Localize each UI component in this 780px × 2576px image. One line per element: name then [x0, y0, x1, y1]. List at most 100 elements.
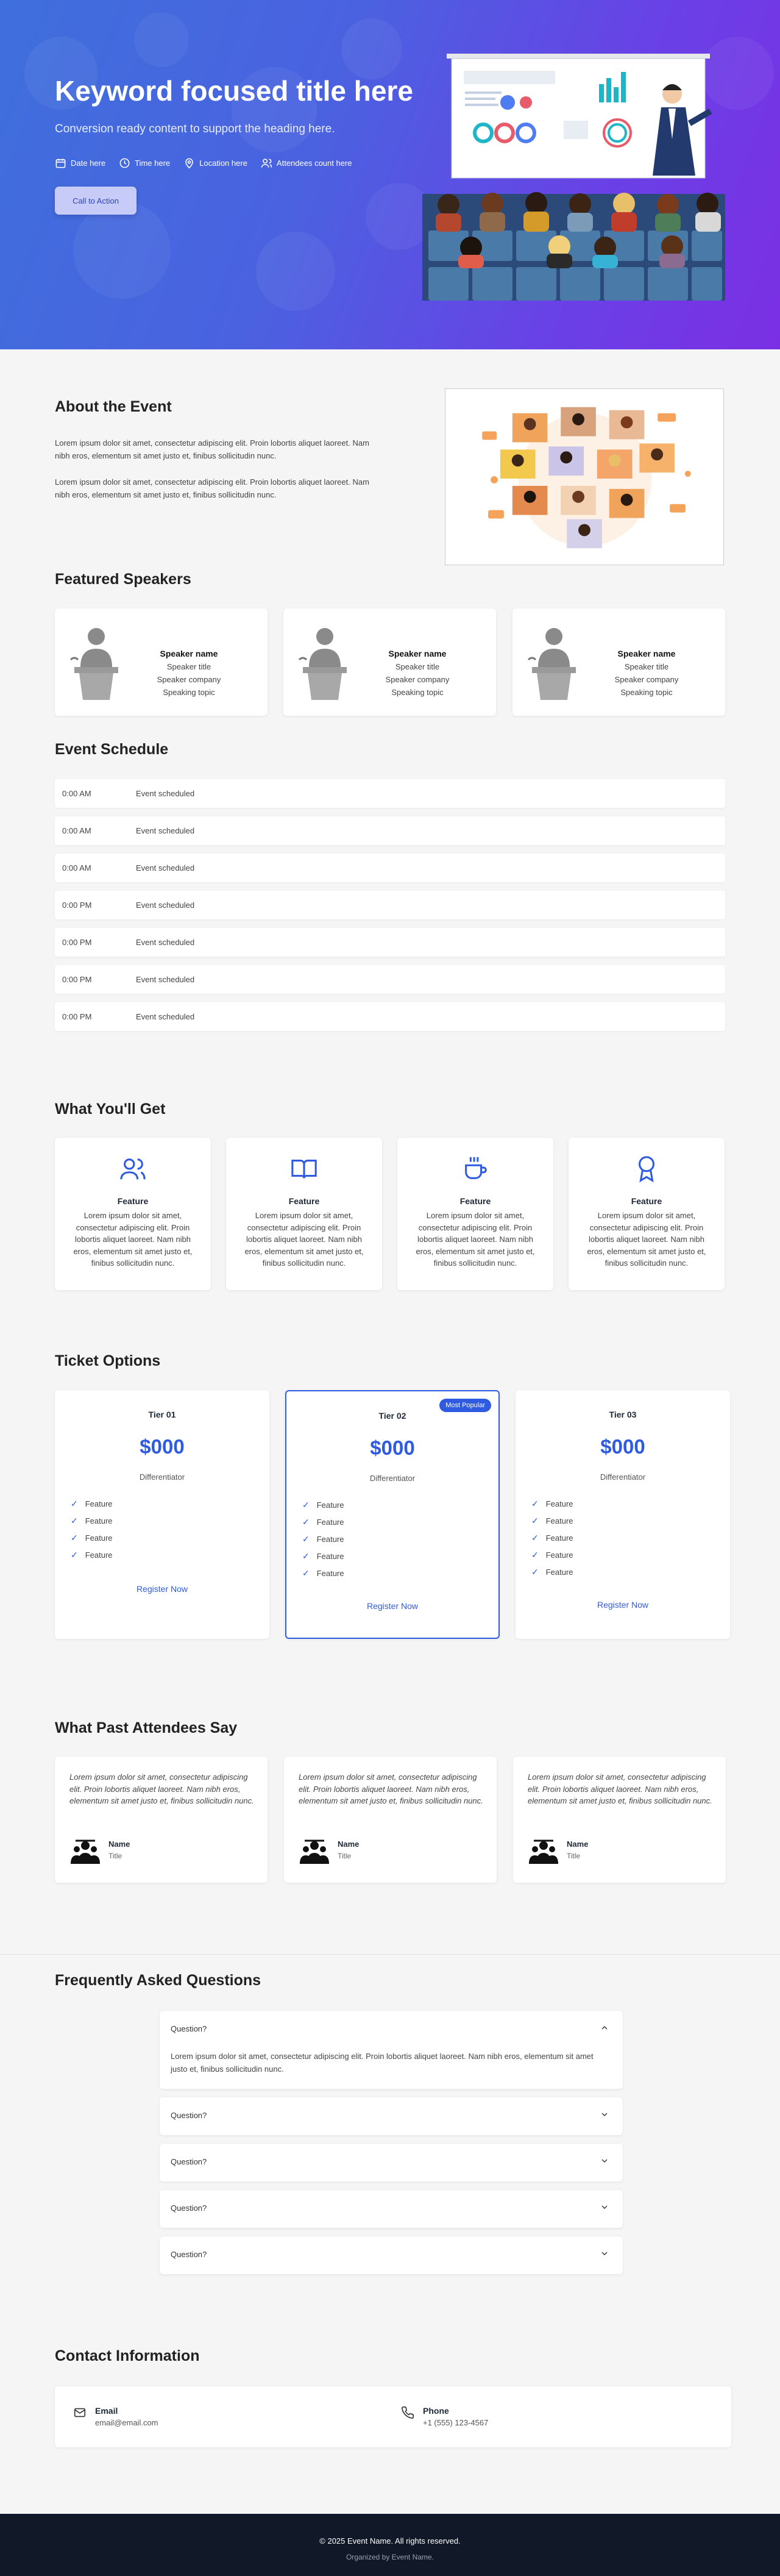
footer-copyright: © 2025 Event Name. All rights reserved. — [319, 2536, 461, 2546]
meta-date: Date here — [55, 157, 105, 169]
chevron-down-icon — [601, 2159, 608, 2163]
testimonial-quote: Lorem ipsum dolor sit amet, consectetur … — [528, 1772, 712, 1805]
speaker-card: Speaker name Speaker title Speaker compa… — [512, 608, 725, 716]
conference-illustration — [422, 54, 725, 301]
tier-feature: ✓ Feature — [71, 1498, 113, 1508]
testimonial-card: Lorem ipsum dolor sit amet, consectetur … — [513, 1757, 726, 1883]
footer: © 2025 Event Name. All rights reserved. … — [0, 2514, 780, 2576]
faq-item[interactable]: Question? — [160, 2236, 623, 2274]
contact-title: Contact Information — [55, 2347, 200, 2364]
faq-question: Question? — [171, 2250, 207, 2259]
register-now-link[interactable]: Register Now — [55, 1584, 269, 1594]
tier-name: Tier 03 — [609, 1410, 637, 1419]
speaker-podium-icon — [298, 628, 347, 700]
check-icon: ✓ — [302, 1516, 310, 1527]
about-paragraph-2: Lorem ipsum dolor sit amet, consectetur … — [55, 477, 369, 499]
speakers-title: Featured Speakers — [55, 571, 191, 588]
phone-value[interactable]: +1 (555) 123-4567 — [423, 2418, 488, 2427]
faq-question: Question? — [171, 2024, 207, 2033]
check-icon: ✓ — [531, 1566, 539, 1577]
faq-item-expanded[interactable]: Question? Lorem ipsum dolor sit amet, co… — [160, 2011, 623, 2089]
speaker-company: Speaker company — [614, 675, 679, 684]
schedule-event: Event scheduled — [136, 1012, 195, 1021]
speaker-podium-icon — [527, 628, 576, 700]
check-icon: ✓ — [71, 1549, 78, 1560]
tier-differentiator: Differentiator — [600, 1472, 646, 1482]
testimonials-title: What Past Attendees Say — [55, 1719, 238, 1736]
testimonial-quote: Lorem ipsum dolor sit amet, consectetur … — [69, 1772, 254, 1805]
tier-price: $000 — [370, 1436, 415, 1459]
clock-icon — [119, 158, 130, 168]
faq-item[interactable]: Question? — [160, 2097, 623, 2135]
speaker-card: Speaker name Speaker title Speaker compa… — [55, 608, 268, 716]
footer-organizer: Organized by Event Name. — [346, 2553, 434, 2561]
hero-cta-button[interactable]: Call to Action — [55, 187, 136, 215]
check-icon: ✓ — [71, 1515, 78, 1525]
faq-question: Question? — [171, 2157, 207, 2166]
testimonial-card: Lorem ipsum dolor sit amet, consectetur … — [55, 1757, 268, 1883]
coffee-icon — [465, 1157, 487, 1179]
email-value[interactable]: email@email.com — [95, 2418, 158, 2427]
speaker-title: Speaker title — [395, 662, 440, 671]
phone-icon — [402, 2407, 414, 2419]
email-label: Email — [95, 2406, 118, 2416]
tier-feature-list: ✓ Feature ✓ Feature ✓ Feature ✓ Feature ✓ Fea… — [531, 1495, 573, 1580]
faq-item[interactable]: Question? — [160, 2190, 623, 2228]
meta-time-text: Time here — [135, 159, 171, 168]
testimonial-name: Name — [108, 1839, 130, 1849]
schedule-time: 0:00 AM — [62, 863, 91, 872]
feature-card: Feature Lorem ipsum dolor sit amet, cons… — [397, 1138, 553, 1290]
register-now-link[interactable]: Register Now — [286, 1601, 498, 1611]
tier-name: Tier 02 — [378, 1411, 406, 1421]
schedule-time: 0:00 AM — [62, 826, 91, 835]
schedule-row: 0:00 AM Event scheduled — [55, 854, 725, 882]
tier-feature: ✓ Feature — [531, 1566, 573, 1577]
speaker-topic: Speaking topic — [620, 688, 673, 697]
schedule-event: Event scheduled — [136, 901, 195, 910]
meta-date-text: Date here — [71, 159, 106, 168]
schedule-time: 0:00 PM — [62, 975, 92, 984]
register-now-link[interactable]: Register Now — [516, 1600, 730, 1610]
tier-price: $000 — [140, 1435, 185, 1458]
about-section: About the Event Lorem ipsum dolor sit am… — [0, 349, 780, 565]
tier-feature: ✓ Feature — [531, 1515, 573, 1525]
hero-title: Keyword focused title here — [55, 75, 413, 107]
check-icon: ✓ — [71, 1498, 78, 1508]
most-popular-badge: Most Popular — [439, 1399, 491, 1412]
check-icon: ✓ — [531, 1515, 539, 1525]
tier-feature: ✓ Feature — [531, 1549, 573, 1560]
users-icon — [261, 159, 272, 168]
map-pin-icon — [185, 158, 193, 169]
check-icon: ✓ — [302, 1533, 310, 1544]
tier-feature: ✓ Feature — [71, 1532, 113, 1543]
schedule-title: Event Schedule — [55, 741, 169, 758]
feature-card: Feature Lorem ipsum dolor sit amet, cons… — [569, 1138, 725, 1290]
tier-feature: ✓ Feature — [302, 1499, 344, 1510]
group-avatar-icon — [300, 1839, 329, 1864]
check-icon: ✓ — [302, 1568, 310, 1578]
speaker-name: Speaker name — [617, 649, 676, 658]
ticket-tier-card: Tier 01 $000 Differentiator ✓ Feature ✓ Fe… — [55, 1390, 269, 1639]
tier-differentiator: Differentiator — [369, 1474, 416, 1483]
feature-description: Lorem ipsum dolor sit amet, consectetur … — [587, 1211, 706, 1268]
speaker-name: Speaker name — [388, 649, 447, 658]
faq-question: Question? — [171, 2111, 207, 2120]
users-icon — [120, 1158, 146, 1180]
faq-question: Question? — [171, 2203, 207, 2213]
faq-item[interactable]: Question? — [160, 2144, 623, 2182]
speaker-title: Speaker title — [624, 662, 669, 671]
schedule-row: 0:00 PM Event scheduled — [55, 891, 725, 919]
testimonial-card: Lorem ipsum dolor sit amet, consectetur … — [284, 1757, 497, 1883]
schedule-event: Event scheduled — [136, 789, 195, 798]
hero-subtitle: Conversion ready content to support the … — [55, 123, 335, 135]
about-title: About the Event — [55, 398, 172, 415]
feature-title: Feature — [117, 1196, 149, 1206]
tier-feature: ✓ Feature — [71, 1515, 113, 1525]
ticket-tier-card: Most Popular Tier 02 $000 Differentiator… — [285, 1390, 500, 1639]
tickets-title: Ticket Options — [55, 1352, 161, 1369]
chevron-down-icon — [601, 2113, 608, 2116]
tier-feature: ✓ Feature — [531, 1498, 573, 1508]
faq-section: Frequently Asked Questions Question? Lor… — [0, 1954, 780, 2314]
schedule-event: Event scheduled — [136, 975, 195, 984]
tier-feature-list: ✓ Feature ✓ Feature ✓ Feature ✓ Feature ✓ Fea… — [302, 1496, 344, 1582]
